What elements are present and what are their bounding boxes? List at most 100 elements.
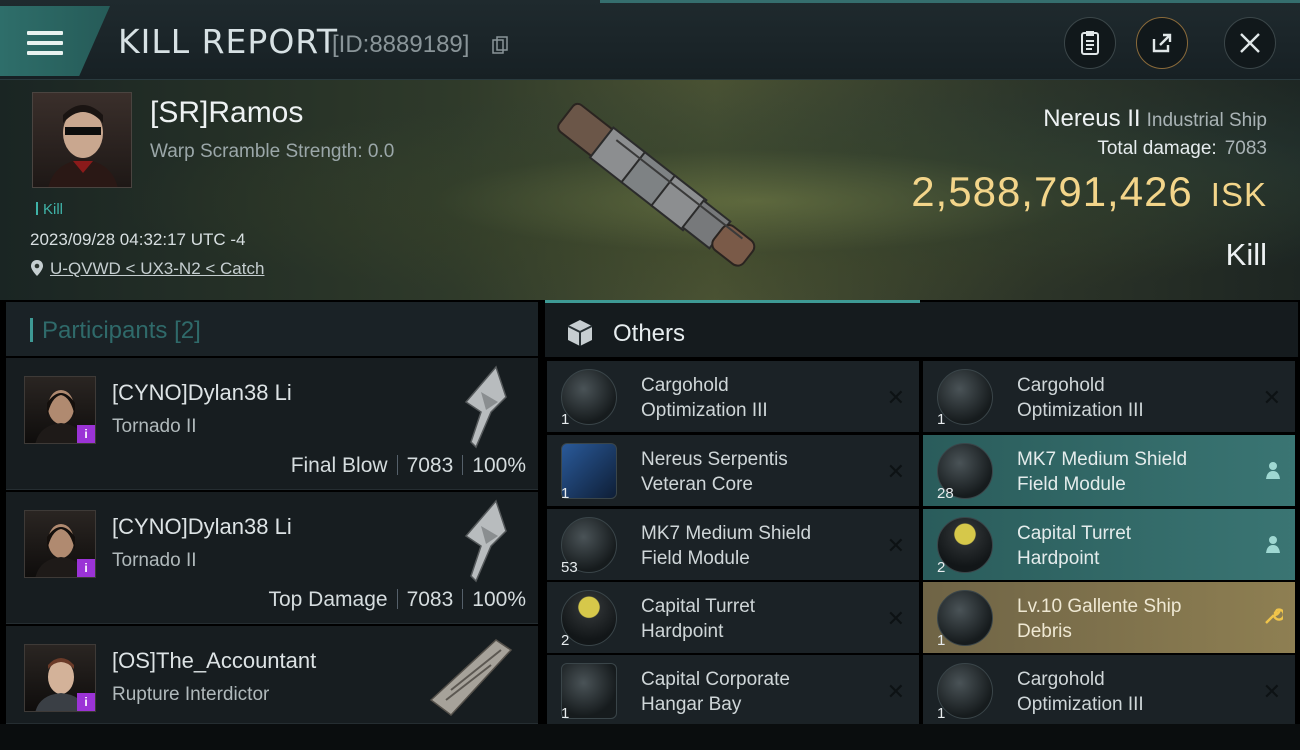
kill-location-link[interactable]: U-QVWD < UX3-N2 < Catch bbox=[30, 259, 264, 279]
kill-timestamp: 2023/09/28 04:32:17 UTC -4 bbox=[30, 230, 246, 249]
warp-scramble-text: Warp Scramble Strength: 0.0 bbox=[150, 141, 395, 162]
participant-row[interactable]: i [CYNO]Dylan38 Li Tornado II Final Blow… bbox=[6, 358, 538, 490]
item-name: Capital Corporate Hangar Bay bbox=[641, 669, 790, 715]
participant-ship-icon bbox=[429, 639, 513, 717]
item-quantity: 1 bbox=[937, 411, 946, 428]
info-badge-icon[interactable]: i bbox=[77, 425, 95, 443]
item-name: Capital Turret Hardpoint bbox=[1017, 523, 1132, 569]
item-card-ship-debris[interactable]: 1 Lv.10 Gallente Ship Debris bbox=[923, 582, 1295, 653]
copy-icon[interactable] bbox=[492, 36, 508, 54]
destroyed-x-icon: ✕ bbox=[886, 385, 905, 410]
debris-icon bbox=[937, 590, 993, 646]
participant-row[interactable]: i [OS]The_Accountant Rupture Interdictor bbox=[6, 626, 538, 724]
total-damage: Total damage: 7083 bbox=[1097, 138, 1267, 159]
hangar-bay-icon bbox=[561, 663, 617, 719]
destroyed-x-icon: ✕ bbox=[886, 459, 905, 484]
participant-row[interactable]: i [CYNO]Dylan38 Li Tornado II Top Damage… bbox=[6, 492, 538, 624]
item-name: Cargohold Optimization III bbox=[1017, 375, 1144, 421]
item-card-shield-module[interactable]: 53 MK7 Medium Shield Field Module ✕ bbox=[547, 509, 919, 580]
close-icon bbox=[1240, 33, 1260, 53]
victim-avatar[interactable] bbox=[32, 92, 132, 188]
participant-ship: Tornado II bbox=[112, 550, 197, 571]
core-icon bbox=[561, 443, 617, 499]
others-title: Others bbox=[613, 320, 686, 347]
participant-stats: Top Damage 7083 100% bbox=[268, 588, 526, 611]
cargohold-module-icon bbox=[937, 369, 993, 425]
report-id: [ID:8889189] bbox=[332, 31, 470, 58]
others-tab-indicator bbox=[545, 300, 920, 303]
item-quantity: 53 bbox=[561, 559, 578, 576]
person-icon bbox=[1266, 462, 1280, 479]
bottom-edge bbox=[0, 724, 1300, 750]
close-button[interactable] bbox=[1224, 17, 1276, 69]
person-icon bbox=[1266, 536, 1280, 553]
kill-result-label: Kill bbox=[1225, 237, 1267, 272]
cargohold-module-icon bbox=[937, 663, 993, 719]
item-name: MK7 Medium Shield Field Module bbox=[1017, 449, 1188, 495]
menu-button[interactable] bbox=[0, 6, 110, 76]
item-card-veteran-core[interactable]: 1 Nereus Serpentis Veteran Core ✕ bbox=[547, 435, 919, 506]
kill-tag: Kill bbox=[36, 201, 63, 218]
destroyed-x-icon: ✕ bbox=[886, 679, 905, 704]
item-card-hangar-bay[interactable]: 1 Capital Corporate Hangar Bay ✕ bbox=[547, 655, 919, 726]
item-card-turret-hardpoint[interactable]: 2 Capital Turret Hardpoint ✕ bbox=[547, 582, 919, 653]
turret-hardpoint-icon bbox=[937, 517, 993, 573]
item-quantity: 1 bbox=[561, 485, 570, 502]
participant-name[interactable]: [CYNO]Dylan38 Li bbox=[112, 514, 292, 540]
participants-title: Participants [2] bbox=[30, 317, 201, 345]
location-pin-icon bbox=[31, 260, 43, 276]
victim-ship-image bbox=[557, 102, 756, 267]
item-name: Cargohold Optimization III bbox=[1017, 669, 1144, 715]
header-bar: KILL REPORT [ID:8889189] bbox=[0, 0, 1300, 80]
destroyed-x-icon: ✕ bbox=[886, 606, 905, 631]
item-quantity: 28 bbox=[937, 485, 954, 502]
item-quantity: 1 bbox=[561, 411, 570, 428]
destroyed-x-icon: ✕ bbox=[886, 533, 905, 558]
victim-ship-name: Nereus II Industrial Ship bbox=[1043, 105, 1267, 132]
info-badge-icon[interactable]: i bbox=[77, 559, 95, 577]
item-card-cargohold[interactable]: 1 Cargohold Optimization III ✕ bbox=[547, 361, 919, 432]
item-name: Cargohold Optimization III bbox=[641, 375, 768, 421]
page-title: KILL REPORT bbox=[118, 22, 338, 61]
item-quantity: 2 bbox=[561, 632, 570, 649]
item-quantity: 1 bbox=[561, 705, 570, 722]
clipboard-icon bbox=[1081, 31, 1099, 55]
item-card-shield-module[interactable]: 28 MK7 Medium Shield Field Module bbox=[923, 435, 1295, 506]
destroyed-x-icon: ✕ bbox=[1262, 385, 1281, 410]
isk-value: 2,588,791,426 ISK bbox=[911, 168, 1267, 215]
victim-pilot-name[interactable]: [SR]Ramos bbox=[150, 96, 303, 130]
cube-icon bbox=[567, 320, 593, 346]
participant-avatar[interactable]: i bbox=[24, 510, 96, 578]
item-card-turret-hardpoint[interactable]: 2 Capital Turret Hardpoint bbox=[923, 509, 1295, 580]
item-quantity: 1 bbox=[937, 632, 946, 649]
item-name: Capital Turret Hardpoint bbox=[641, 596, 756, 642]
item-quantity: 1 bbox=[937, 705, 946, 722]
turret-hardpoint-icon bbox=[561, 590, 617, 646]
share-button[interactable] bbox=[1136, 17, 1188, 69]
participant-ship-icon bbox=[464, 499, 507, 583]
info-badge-icon[interactable]: i bbox=[77, 693, 95, 711]
item-quantity: 2 bbox=[937, 559, 946, 576]
participant-name[interactable]: [CYNO]Dylan38 Li bbox=[112, 380, 292, 406]
item-name: MK7 Medium Shield Field Module bbox=[641, 523, 812, 569]
participant-stats: Final Blow 7083 100% bbox=[290, 454, 526, 477]
participants-tab[interactable]: Participants [2] bbox=[6, 302, 538, 356]
participant-avatar[interactable]: i bbox=[24, 644, 96, 712]
item-name: Lv.10 Gallente Ship Debris bbox=[1017, 596, 1182, 642]
header-accent-line bbox=[600, 0, 1300, 3]
participant-avatar[interactable]: i bbox=[24, 376, 96, 444]
share-icon bbox=[1152, 33, 1172, 53]
wrench-icon bbox=[1265, 608, 1283, 624]
item-card-cargohold[interactable]: 1 Cargohold Optimization III ✕ bbox=[923, 655, 1295, 726]
victim-portrait-icon bbox=[48, 105, 118, 187]
hamburger-menu-icon[interactable] bbox=[27, 31, 63, 59]
item-card-cargohold[interactable]: 1 Cargohold Optimization III ✕ bbox=[923, 361, 1295, 432]
item-name: Nereus Serpentis Veteran Core bbox=[641, 449, 788, 495]
participant-name[interactable]: [OS]The_Accountant bbox=[112, 648, 316, 674]
participant-ship: Rupture Interdictor bbox=[112, 684, 270, 705]
participant-ship: Tornado II bbox=[112, 416, 197, 437]
participant-ship-icon bbox=[464, 365, 507, 449]
destroyed-x-icon: ✕ bbox=[1262, 679, 1281, 704]
cargohold-module-icon bbox=[561, 369, 617, 425]
clipboard-button[interactable] bbox=[1064, 17, 1116, 69]
